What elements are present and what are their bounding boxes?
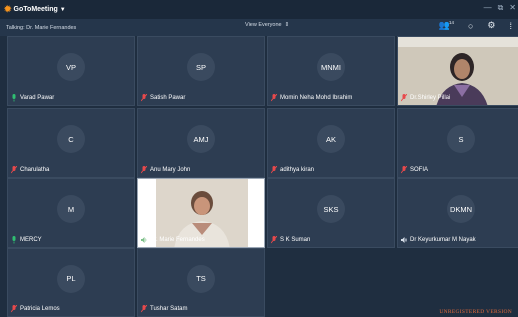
microphone-muted-icon [10,304,18,313]
speaker-muted-icon [401,236,408,244]
participant-label: Anu Mary John [140,165,191,174]
microphone-muted-icon [270,93,278,102]
participant-avatar: AMJ [187,125,215,153]
app-name: GoToMeeting [13,6,58,13]
participant-tile[interactable]: AK adithya kiran [267,108,395,178]
watermark: UNREGISTERED VERSION [439,309,512,315]
empty-area [267,249,518,317]
participant-label: Dr Keyurkumar M Nayak [401,236,476,244]
participant-avatar: VP [57,53,85,81]
participant-avatar: PL [57,264,85,293]
microphone-muted-icon [270,165,278,174]
participant-avatar: TS [187,264,215,293]
participant-label: SOFIA [400,165,429,174]
title-bar: ✹ GoToMeeting ▼ — ⧉ ✕ [0,0,518,19]
minimize-button[interactable]: — [484,3,492,13]
participant-avatar: M [57,195,85,223]
participant-name: Varad Pawar [20,95,55,101]
participant-name: Patricia Lemos [20,306,60,312]
microphone-icon [11,94,17,102]
participant-label: Satish Pawar [140,93,186,102]
participant-tile[interactable]: Dr.Shirley Pillai [397,36,518,106]
participant-avatar: S [447,125,475,153]
participant-name: Momin Neha Mohd Ibrahim [280,95,353,101]
speaker-icon [141,236,147,244]
participant-avatar: AK [317,125,345,153]
participant-tile[interactable]: DKMN Dr Keyurkumar M Nayak [397,178,518,248]
view-label: View Everyone [245,22,282,28]
participant-name: adithya kiran [280,167,315,173]
microphone-muted-icon [270,235,278,244]
app-menu[interactable]: ✹ GoToMeeting ▼ [4,4,66,15]
microphone-muted-icon [10,165,18,174]
participant-name: Dr.Shirley Pillai [410,95,451,101]
participant-tile[interactable]: S SOFIA [397,108,518,178]
participant-tile[interactable]: SKS S K Suman [267,178,395,248]
attendees-button[interactable]: 👥14 [439,20,454,31]
participant-tile[interactable]: SP Satish Pawar [137,36,265,106]
participant-avatar: SP [187,53,215,81]
participant-label: Dr.Shirley Pillai [400,93,451,102]
participant-name: Satish Pawar [150,95,186,101]
meeting-info-bar: Talking: Dr. Marie Fernandes View Everyo… [0,19,518,36]
participant-avatar: DKMN [447,195,475,223]
view-selector[interactable]: View Everyone ⇕ [245,22,289,28]
participant-name: Charulatha [20,167,50,173]
close-icon[interactable]: ✕ [509,3,516,13]
participant-label: MERCY [11,236,42,244]
talking-indicator: Talking: Dr. Marie Fernandes [6,24,77,31]
more-icon[interactable]: ⁞ [509,21,512,31]
participant-label: Tushar Satam [140,304,188,313]
participant-tile[interactable]: PL Patricia Lemos [7,248,135,317]
video-grid: VP Varad Pawar SP Satish Pawar MNMI Momin Neh… [7,36,518,317]
participant-avatar: SKS [317,195,345,223]
microphone-muted-icon [400,93,408,102]
participant-tile[interactable]: Dr. Marie Fernandes [137,178,265,248]
popout-icon[interactable]: ⧉ [498,3,504,13]
microphone-icon [11,236,17,244]
participant-label: S K Suman [270,235,311,244]
participant-tile[interactable]: MNMI Momin Neha Mohd Ibrahim [267,36,395,106]
participant-label: Momin Neha Mohd Ibrahim [270,93,353,102]
participant-avatar: C [57,125,85,153]
search-icon[interactable]: ○ [468,21,473,31]
participant-name: SOFIA [410,167,429,173]
participant-name: Tushar Satam [150,306,188,312]
microphone-muted-icon [140,93,148,102]
participant-label: Charulatha [10,165,50,174]
attendee-count: 14 [448,20,454,25]
participant-name: S K Suman [280,237,311,243]
gotomeeting-logo-icon: ✹ [4,4,12,14]
chevron-down-icon: ▼ [59,6,66,13]
participant-name: Anu Mary John [150,167,191,173]
microphone-muted-icon [140,304,148,313]
gear-icon[interactable]: ⚙ [487,20,495,31]
microphone-muted-icon [400,165,408,174]
participant-name: Dr Keyurkumar M Nayak [410,237,476,243]
participant-label: adithya kiran [270,165,315,174]
participant-tile[interactable]: VP Varad Pawar [7,36,135,106]
participant-label: Dr. Marie Fernandes [141,236,205,244]
updown-icon: ⇕ [284,22,290,28]
participant-name: MERCY [20,237,42,243]
participant-avatar: MNMI [317,53,345,81]
participant-label: Patricia Lemos [10,304,60,313]
participant-tile[interactable]: AMJ Anu Mary John [137,108,265,178]
participant-tile[interactable]: C Charulatha [7,108,135,178]
participant-tile[interactable]: TS Tushar Satam [137,248,265,317]
participant-name: Dr. Marie Fernandes [150,237,205,243]
microphone-muted-icon [140,165,148,174]
participant-label: Varad Pawar [11,94,54,102]
participant-tile[interactable]: M MERCY [7,178,135,248]
